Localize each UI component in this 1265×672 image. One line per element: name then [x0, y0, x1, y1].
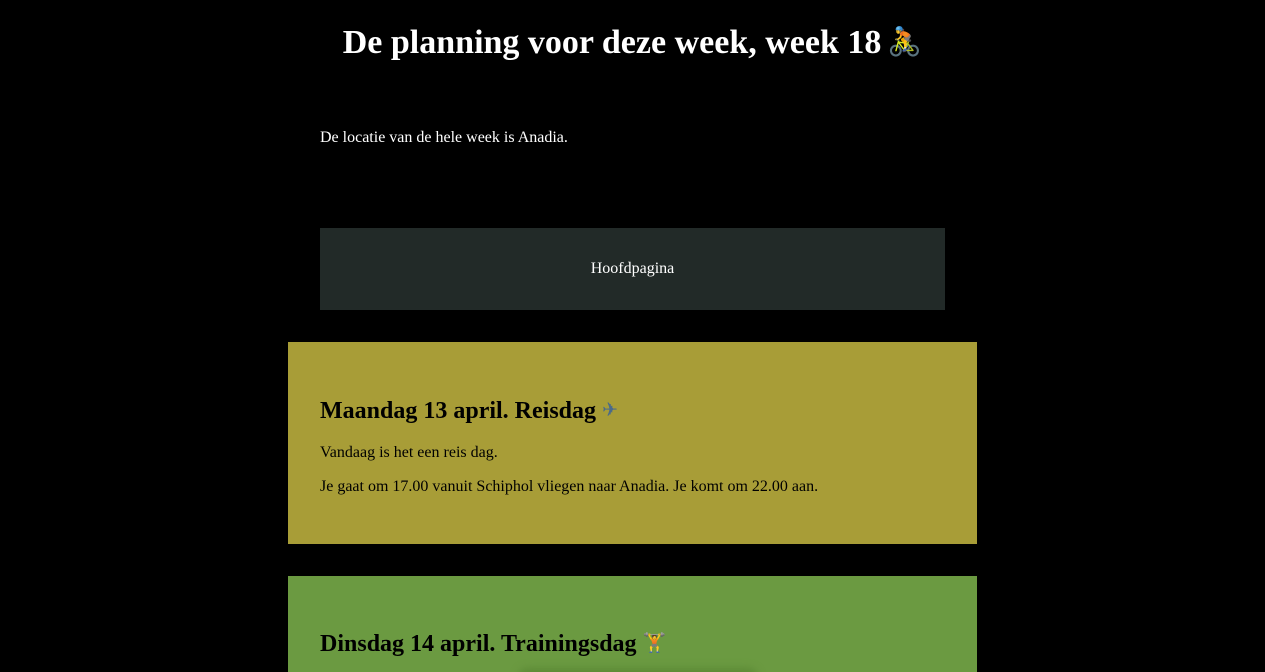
blurred-element: [518, 668, 758, 672]
page-title: De planning voor deze week, week 18 🚴: [0, 20, 1265, 65]
day-monday-paragraph-1: Vandaag is het een reis dag.: [320, 444, 498, 461]
woman-biking-icon: 🚴: [887, 25, 923, 58]
day-heading-tuesday: Dinsdag 14 april. Trainingsdag 🏋: [320, 628, 666, 659]
day-heading-tuesday-text: Dinsdag 14 april. Trainingsdag: [320, 631, 637, 657]
home-page-button[interactable]: Hoofdpagina: [320, 228, 945, 310]
weight-lifter-icon: 🏋: [642, 632, 667, 654]
page: De planning voor deze week, week 18 🚴 De …: [0, 0, 1265, 672]
day-heading-monday: Maandag 13 april. Reisdag ✈: [320, 395, 618, 426]
location-text: De locatie van de hele week is Anadia.: [320, 129, 568, 146]
day-monday-paragraph-2: Je gaat om 17.00 vanuit Schiphol vliegen…: [320, 478, 819, 495]
day-heading-monday-text: Maandag 13 april. Reisdag: [320, 398, 597, 424]
home-page-button-label: Hoofdpagina: [590, 260, 675, 277]
page-title-text: De planning voor deze week, week 18: [342, 24, 882, 61]
day-card-monday: Maandag 13 april. Reisdag ✈ Vandaag is he…: [288, 342, 977, 544]
day-card-tuesday: Dinsdag 14 april. Trainingsdag 🏋: [288, 576, 977, 672]
airplane-icon: ✈: [602, 399, 618, 421]
